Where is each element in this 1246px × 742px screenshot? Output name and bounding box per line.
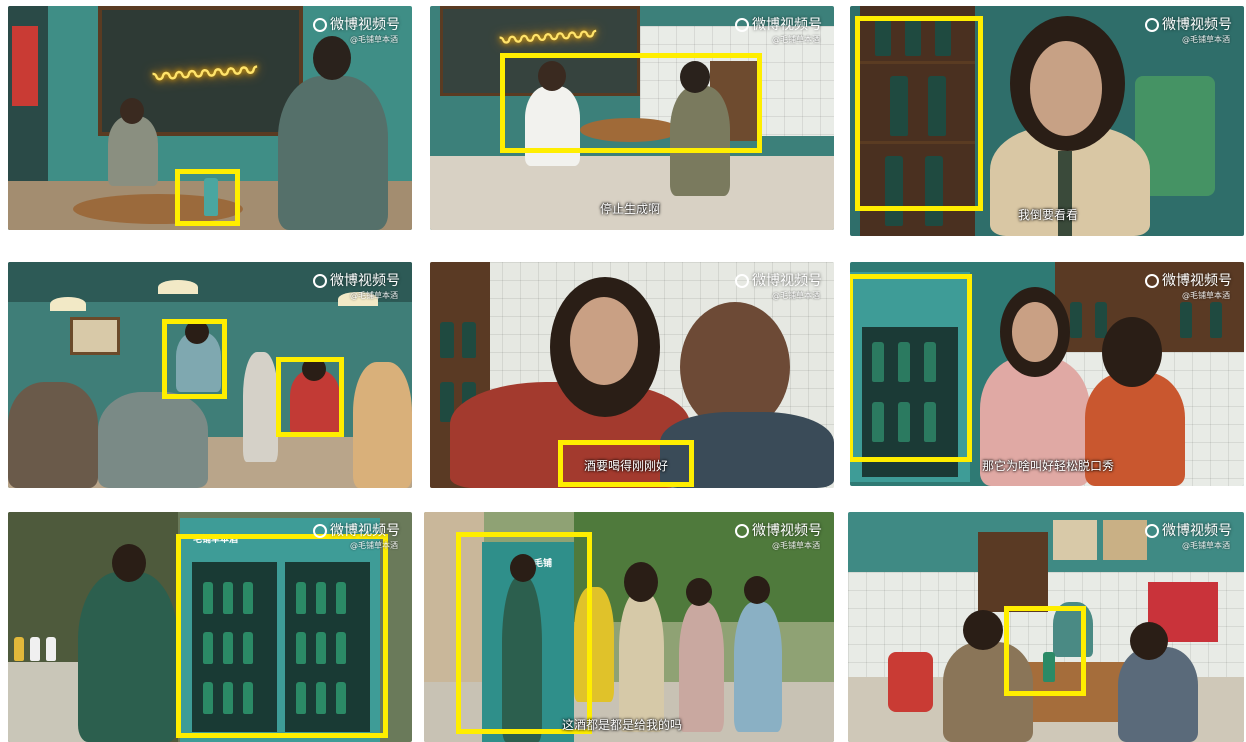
video-frame-2: 〰〰〰〰 停止生成啊 微博视频号 @毛铺草本酒 bbox=[430, 6, 834, 230]
highlight-box bbox=[176, 534, 388, 738]
bottle bbox=[462, 322, 476, 358]
weibo-logo-icon bbox=[735, 274, 749, 288]
watermark: 微博视频号 bbox=[1145, 520, 1232, 540]
standing-man-head bbox=[313, 36, 351, 80]
woman-blue-skirt bbox=[734, 602, 782, 732]
crowd-left bbox=[8, 382, 98, 488]
weibo-logo-icon bbox=[1145, 18, 1159, 32]
watermark: 微博视频号 bbox=[735, 14, 822, 34]
watermark: 微博视频号 bbox=[735, 270, 822, 290]
video-frame-6: 那它为啥叫好轻松脱口秀 微博视频号 @毛铺草本酒 bbox=[850, 262, 1244, 486]
video-frame-3: 我倒要看看 微博视频号 @毛铺草本酒 bbox=[850, 6, 1244, 236]
man-face bbox=[570, 297, 638, 385]
dancing-man bbox=[243, 352, 278, 462]
floor bbox=[430, 156, 834, 230]
watermark: 微博视频号 bbox=[1145, 270, 1232, 290]
watermark-sub: @毛铺草本酒 bbox=[350, 291, 398, 300]
woman-with-bag bbox=[679, 602, 724, 732]
lamp bbox=[50, 297, 86, 311]
watermark: 微博视频号 bbox=[313, 520, 400, 540]
highlight-box bbox=[500, 53, 762, 153]
video-frame-9: 微博视频号 @毛铺草本酒 bbox=[848, 512, 1244, 742]
highlight-box bbox=[1004, 606, 1086, 696]
bottle bbox=[1070, 302, 1082, 338]
wall-poster bbox=[1053, 520, 1097, 560]
red-chair bbox=[888, 652, 933, 712]
watermark-sub: @毛铺草本酒 bbox=[772, 291, 820, 300]
watermark-sub: @毛铺草本酒 bbox=[772, 35, 820, 44]
wall-picture bbox=[70, 317, 120, 355]
watermark: 微博视频号 bbox=[1145, 14, 1232, 34]
bottle bbox=[30, 637, 40, 661]
woman-head bbox=[686, 578, 712, 606]
subtitle: 这酒都是都是给我的吗 bbox=[562, 718, 683, 732]
man-head bbox=[112, 544, 146, 582]
man-face bbox=[1012, 302, 1058, 362]
subtitle: 停止生成啊 bbox=[600, 202, 661, 216]
bottle bbox=[1095, 302, 1107, 338]
seated-man-head bbox=[120, 98, 144, 124]
watermark: 微博视频号 bbox=[735, 520, 822, 540]
watermark: 微博视频号 bbox=[313, 14, 400, 34]
highlight-box bbox=[162, 319, 227, 399]
crowd-right bbox=[353, 362, 412, 488]
man-head bbox=[963, 610, 1003, 650]
video-frame-7: 毛铺草本酒 微博视频号 @毛铺草本酒 bbox=[8, 512, 412, 742]
man-striped-back bbox=[1118, 647, 1198, 742]
woman-head bbox=[744, 576, 770, 604]
woman-head bbox=[1102, 317, 1162, 387]
bottle bbox=[1180, 302, 1192, 338]
highlight-box bbox=[855, 16, 983, 211]
man-green-jacket bbox=[78, 572, 178, 742]
red-sign bbox=[12, 26, 38, 106]
standing-man bbox=[278, 76, 388, 230]
video-frame-1: 〰〰〰〰 微博视频号 @毛铺草本酒 bbox=[8, 6, 412, 230]
neon-sign: 〰〰〰〰 bbox=[499, 20, 598, 56]
weibo-logo-icon bbox=[735, 524, 749, 538]
highlight-box bbox=[850, 274, 972, 462]
bottle bbox=[14, 637, 24, 661]
bottle bbox=[1210, 302, 1222, 338]
video-frame-8: 毛铺 这酒都是都是给我的吗 微博视频号 @毛铺草本酒 bbox=[424, 512, 834, 742]
weibo-logo-icon bbox=[1145, 524, 1159, 538]
seated-man bbox=[108, 116, 158, 186]
subtitle: 我倒要看看 bbox=[1018, 208, 1079, 222]
watermark-sub: @毛铺草本酒 bbox=[1182, 35, 1230, 44]
neon-sign: 〰〰〰〰 bbox=[152, 56, 259, 94]
watermark-sub: @毛铺草本酒 bbox=[772, 541, 820, 550]
watermark-sub: @毛铺草本酒 bbox=[1182, 541, 1230, 550]
video-frame-5: 酒要喝得刚刚好 微博视频号 @毛铺草本酒 bbox=[430, 262, 834, 488]
wall-poster bbox=[1103, 520, 1147, 560]
watermark: 微博视频号 bbox=[313, 270, 400, 290]
crowd-center bbox=[98, 392, 208, 488]
bottle bbox=[440, 322, 454, 358]
weibo-logo-icon bbox=[1145, 274, 1159, 288]
subtitle: 那它为啥叫好轻松脱口秀 bbox=[982, 459, 1115, 473]
man-long-hair bbox=[619, 592, 664, 732]
weibo-logo-icon bbox=[313, 274, 327, 288]
lamp bbox=[158, 280, 198, 294]
video-frame-4: 微博视频号 @毛铺草本酒 bbox=[8, 262, 412, 488]
watermark-sub: @毛铺草本酒 bbox=[350, 35, 398, 44]
watermark-sub: @毛铺草本酒 bbox=[350, 541, 398, 550]
highlight-box bbox=[276, 357, 344, 437]
man-long-hair-head bbox=[624, 562, 658, 602]
weibo-logo-icon bbox=[313, 18, 327, 32]
man-face bbox=[1030, 41, 1102, 136]
watermark-sub: @毛铺草本酒 bbox=[1182, 291, 1230, 300]
highlight-box bbox=[175, 169, 240, 226]
weibo-logo-icon bbox=[735, 18, 749, 32]
tie bbox=[1058, 151, 1072, 236]
highlight-box bbox=[456, 532, 592, 734]
weibo-logo-icon bbox=[313, 524, 327, 538]
bottle bbox=[46, 637, 56, 661]
man-head bbox=[1130, 622, 1168, 660]
bottle-shelf bbox=[978, 532, 1048, 612]
subtitle: 酒要喝得刚刚好 bbox=[584, 459, 669, 473]
